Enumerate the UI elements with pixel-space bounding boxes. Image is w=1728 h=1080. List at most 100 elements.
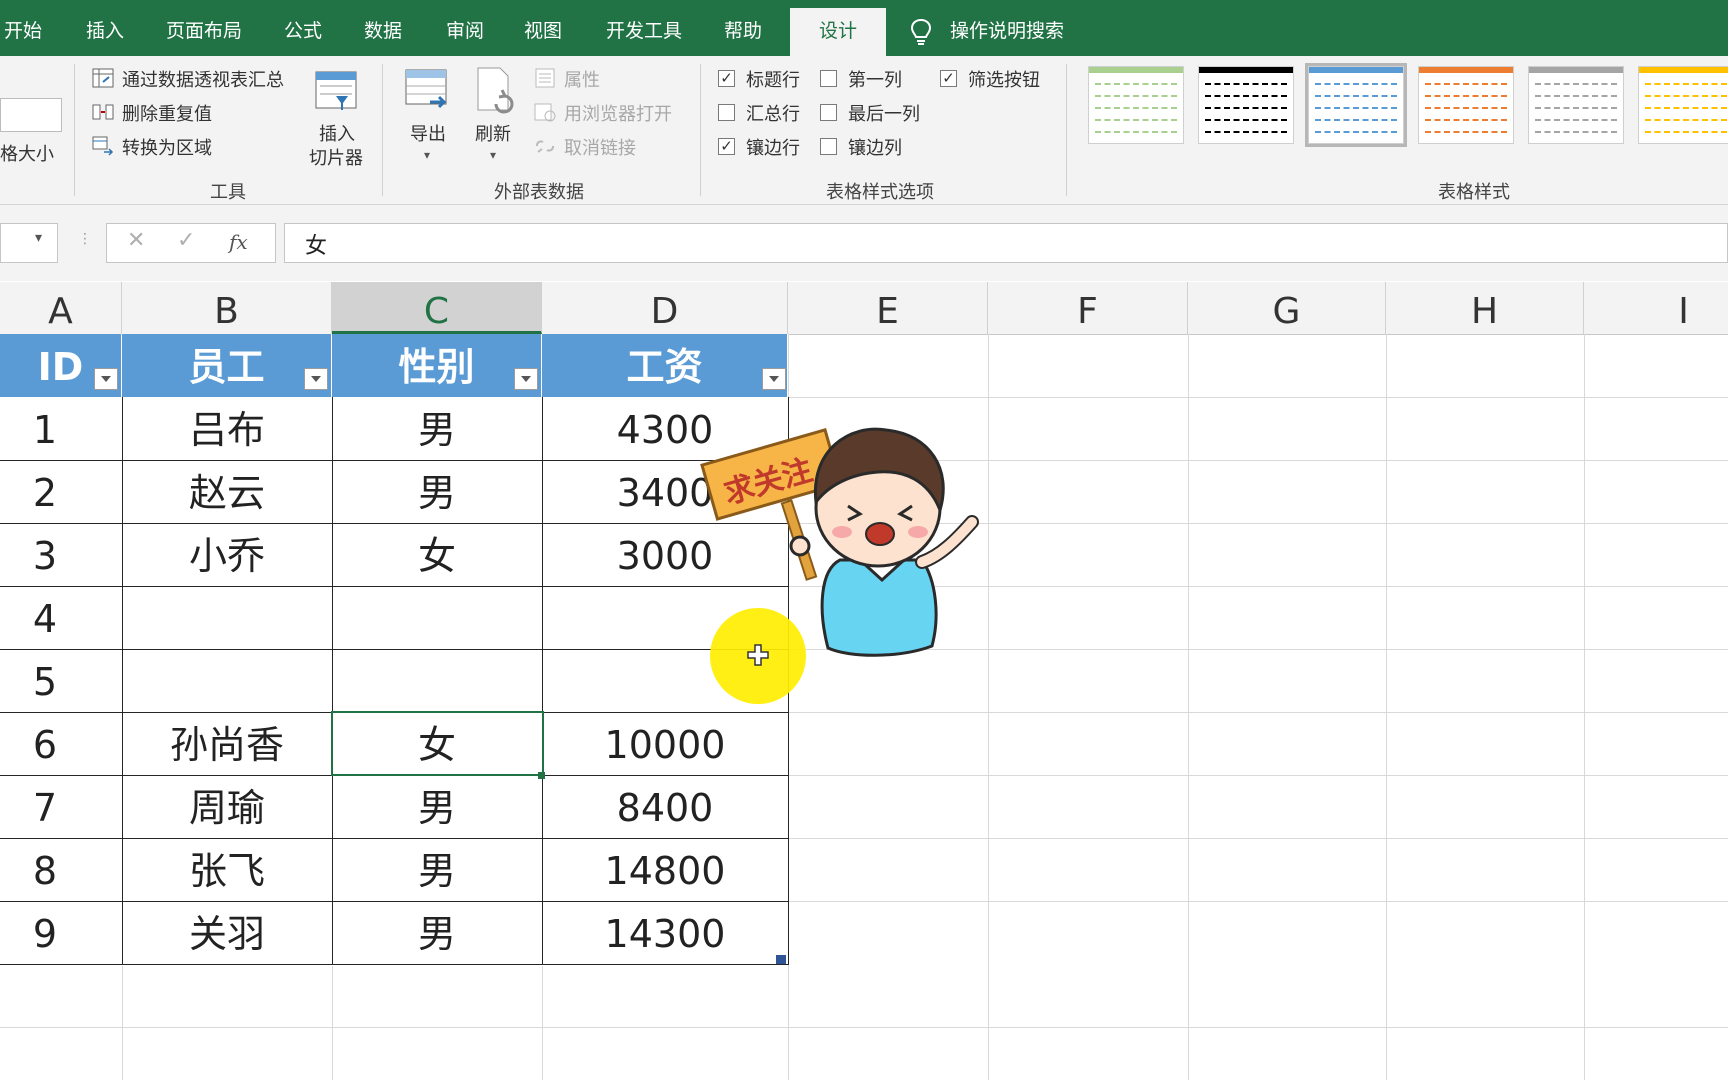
tab-design[interactable]: 设计	[790, 8, 886, 56]
insert-function-icon[interactable]: fx	[229, 230, 248, 254]
properties-icon	[535, 68, 555, 88]
filter-dropdown-id[interactable]	[94, 368, 118, 390]
table-cell-gender[interactable]	[332, 586, 542, 649]
last-column-checkbox[interactable]	[820, 104, 837, 121]
filter-button-label: 筛选按钮	[968, 70, 1040, 91]
refresh-dropdown-icon[interactable]: ▾	[490, 148, 496, 162]
table-cell-employee[interactable]: 周瑜	[122, 775, 332, 838]
tab-formulas[interactable]: 公式	[284, 0, 322, 56]
filter-dropdown-gender[interactable]	[514, 368, 538, 390]
table-cell-gender[interactable]: 男	[332, 460, 542, 523]
grid-line	[788, 712, 1728, 713]
tell-me-search[interactable]: 操作说明搜索	[950, 0, 1064, 56]
grid-line	[122, 966, 123, 1080]
column-header-g[interactable]: G	[1188, 282, 1386, 334]
column-header-a[interactable]: A	[0, 282, 122, 334]
formula-bar: ▾ ⋮ ✕ ✓ fx 女	[0, 205, 1728, 281]
enter-icon[interactable]: ✓	[177, 228, 195, 253]
tab-insert[interactable]: 插入	[86, 0, 124, 56]
filter-button-checkbox[interactable]: ✓	[940, 70, 957, 87]
refresh-button[interactable]: 刷新	[475, 120, 511, 146]
table-cell-employee[interactable]: 孙尚香	[122, 712, 332, 775]
name-box[interactable]: ▾	[0, 223, 58, 263]
table-cell-employee[interactable]: 赵云	[122, 460, 332, 523]
table-cell-id[interactable]: 7	[0, 775, 90, 838]
header-row-checkbox[interactable]: ✓	[718, 70, 735, 87]
convert-to-range-button[interactable]: 转换为区域	[122, 134, 212, 160]
tab-developer[interactable]: 开发工具	[606, 0, 682, 56]
table-cell-employee[interactable]	[122, 649, 332, 712]
active-cell-border	[331, 711, 544, 776]
total-row-checkbox[interactable]	[718, 104, 735, 121]
table-cell-employee[interactable]: 关羽	[122, 901, 332, 964]
fill-handle[interactable]	[538, 772, 545, 779]
table-style-blue-selected[interactable]	[1305, 63, 1407, 147]
table-cell-gender[interactable]: 女	[332, 523, 542, 586]
filter-dropdown-employee[interactable]	[304, 368, 328, 390]
open-in-browser-button[interactable]: 用浏览器打开	[564, 100, 672, 126]
table-cell-salary[interactable]: 8400	[542, 775, 788, 838]
banded-columns-checkbox[interactable]	[820, 138, 837, 155]
tab-help[interactable]: 帮助	[724, 0, 762, 56]
filter-dropdown-salary[interactable]	[762, 368, 786, 390]
table-cell-employee[interactable]: 吕布	[122, 397, 332, 460]
group-separator	[74, 64, 75, 196]
insert-slicer-label-2[interactable]: 切片器	[309, 144, 363, 170]
insert-slicer-label-1[interactable]: 插入	[319, 120, 355, 146]
column-header-e[interactable]: E	[788, 282, 988, 334]
column-header-f[interactable]: F	[988, 282, 1188, 334]
table-cell-employee[interactable]: 小乔	[122, 523, 332, 586]
tab-review[interactable]: 审阅	[446, 0, 484, 56]
last-column-label: 最后一列	[848, 104, 920, 125]
first-column-checkbox[interactable]	[820, 70, 837, 87]
table-cell-id[interactable]: 2	[0, 460, 90, 523]
table-cell-employee[interactable]	[122, 586, 332, 649]
total-row-label: 汇总行	[746, 104, 800, 125]
cancel-icon[interactable]: ✕	[127, 228, 145, 253]
column-header-h[interactable]: H	[1386, 282, 1584, 334]
table-name-input[interactable]	[0, 98, 62, 132]
tab-home[interactable]: 开始	[4, 0, 42, 56]
table-cell-employee[interactable]: 张飞	[122, 838, 332, 901]
cartoon-sticker	[700, 427, 979, 657]
summarize-with-pivot-button[interactable]: 通过数据透视表汇总	[122, 66, 284, 92]
banded-rows-checkbox[interactable]: ✓	[718, 138, 735, 155]
table-style-gray[interactable]	[1528, 66, 1624, 144]
table-cell-salary[interactable]: 14300	[542, 901, 788, 964]
properties-button[interactable]: 属性	[564, 66, 600, 92]
table-resize-handle[interactable]	[776, 955, 786, 964]
table-cell-gender[interactable]	[332, 649, 542, 712]
table-cell-gender[interactable]: 男	[332, 397, 542, 460]
grid-line	[1584, 334, 1585, 1080]
table-cell-id[interactable]: 4	[0, 586, 90, 649]
table-style-orange[interactable]	[1418, 66, 1514, 144]
table-cell-gender[interactable]: 男	[332, 901, 542, 964]
tab-data[interactable]: 数据	[364, 0, 402, 56]
remove-duplicates-button[interactable]: 删除重复值	[122, 100, 212, 126]
table-cell-salary[interactable]: 14800	[542, 838, 788, 901]
column-header-b[interactable]: B	[122, 282, 332, 334]
table-cell-id[interactable]: 3	[0, 523, 90, 586]
formula-input[interactable]: 女	[284, 223, 1728, 263]
unlink-button[interactable]: 取消链接	[564, 134, 636, 160]
table-cell-salary[interactable]: 10000	[542, 712, 788, 775]
tab-view[interactable]: 视图	[524, 0, 562, 56]
name-box-dropdown-icon[interactable]: ▾	[35, 230, 42, 246]
table-cell-gender[interactable]: 男	[332, 838, 542, 901]
column-header-c[interactable]: C	[332, 282, 542, 334]
table-cell-gender[interactable]: 男	[332, 775, 542, 838]
table-cell-id[interactable]: 9	[0, 901, 90, 964]
table-style-gold[interactable]	[1638, 66, 1728, 144]
table-cell-id[interactable]: 8	[0, 838, 90, 901]
tab-page-layout[interactable]: 页面布局	[166, 0, 242, 56]
column-header-d[interactable]: D	[542, 282, 788, 334]
table-style-black[interactable]	[1198, 66, 1294, 144]
column-header-i[interactable]: I	[1584, 282, 1728, 334]
export-button[interactable]: 导出	[410, 120, 446, 146]
resize-table-button[interactable]: 格大小	[0, 140, 54, 166]
table-cell-id[interactable]: 6	[0, 712, 90, 775]
table-cell-id[interactable]: 1	[0, 397, 90, 460]
table-style-green[interactable]	[1088, 66, 1184, 144]
export-dropdown-icon[interactable]: ▾	[424, 148, 430, 162]
table-cell-id[interactable]: 5	[0, 649, 90, 712]
